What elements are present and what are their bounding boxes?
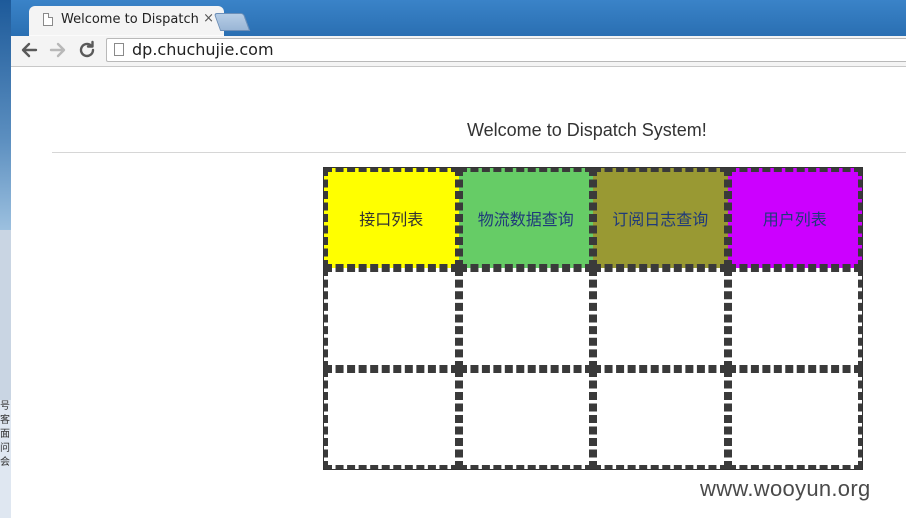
arrow-left-icon	[21, 42, 38, 58]
reload-icon	[79, 40, 95, 58]
screen: 号 客 面 问 会 Welcome to Dispatch × dp.chuch…	[0, 0, 906, 518]
address-bar[interactable]: dp.chuchujie.com	[106, 38, 906, 62]
page-icon	[114, 43, 124, 56]
empty-grid-cell	[593, 268, 728, 369]
document-icon	[43, 13, 53, 26]
tab-title: Welcome to Dispatch	[61, 12, 199, 27]
menu-item-user-list[interactable]: 用户列表	[727, 168, 862, 269]
background-window-edge: 号 客 面 问 会	[0, 0, 11, 518]
title-divider	[52, 152, 906, 153]
empty-grid-cell	[727, 368, 862, 469]
reload-button[interactable]	[75, 38, 99, 62]
new-tab-button[interactable]	[213, 13, 251, 31]
browser-titlebar: Welcome to Dispatch ×	[11, 0, 906, 36]
background-window-panel	[0, 230, 11, 400]
empty-grid-cell	[324, 368, 459, 469]
menu-item-subscription-log-query[interactable]: 订阅日志查询	[593, 168, 728, 269]
watermark-text: www.wooyun.org	[700, 476, 871, 501]
forward-button[interactable]	[46, 38, 70, 62]
tab-close-button[interactable]: ×	[203, 11, 214, 26]
empty-grid-cell	[458, 368, 593, 469]
empty-grid-cell	[727, 268, 862, 369]
page-title: Welcome to Dispatch System!	[467, 120, 707, 140]
background-window-text: 号 客 面 问 会	[0, 401, 10, 468]
empty-grid-cell	[458, 268, 593, 369]
empty-grid-cell	[593, 368, 728, 469]
browser-toolbar: dp.chuchujie.com	[11, 36, 906, 67]
menu-grid: 接口列表 物流数据查询 订阅日志查询 用户列表	[323, 167, 863, 470]
browser-tab[interactable]: Welcome to Dispatch ×	[29, 6, 224, 36]
address-bar-url[interactable]: dp.chuchujie.com	[132, 40, 274, 60]
menu-item-interface-list[interactable]: 接口列表	[324, 168, 459, 269]
background-window-titlebar	[0, 0, 11, 230]
arrow-right-icon	[49, 42, 66, 58]
page-content: Welcome to Dispatch System! 接口列表 物流数据查询 …	[11, 67, 906, 518]
menu-item-logistics-query[interactable]: 物流数据查询	[458, 168, 593, 269]
empty-grid-cell	[324, 268, 459, 369]
back-button[interactable]	[17, 38, 41, 62]
